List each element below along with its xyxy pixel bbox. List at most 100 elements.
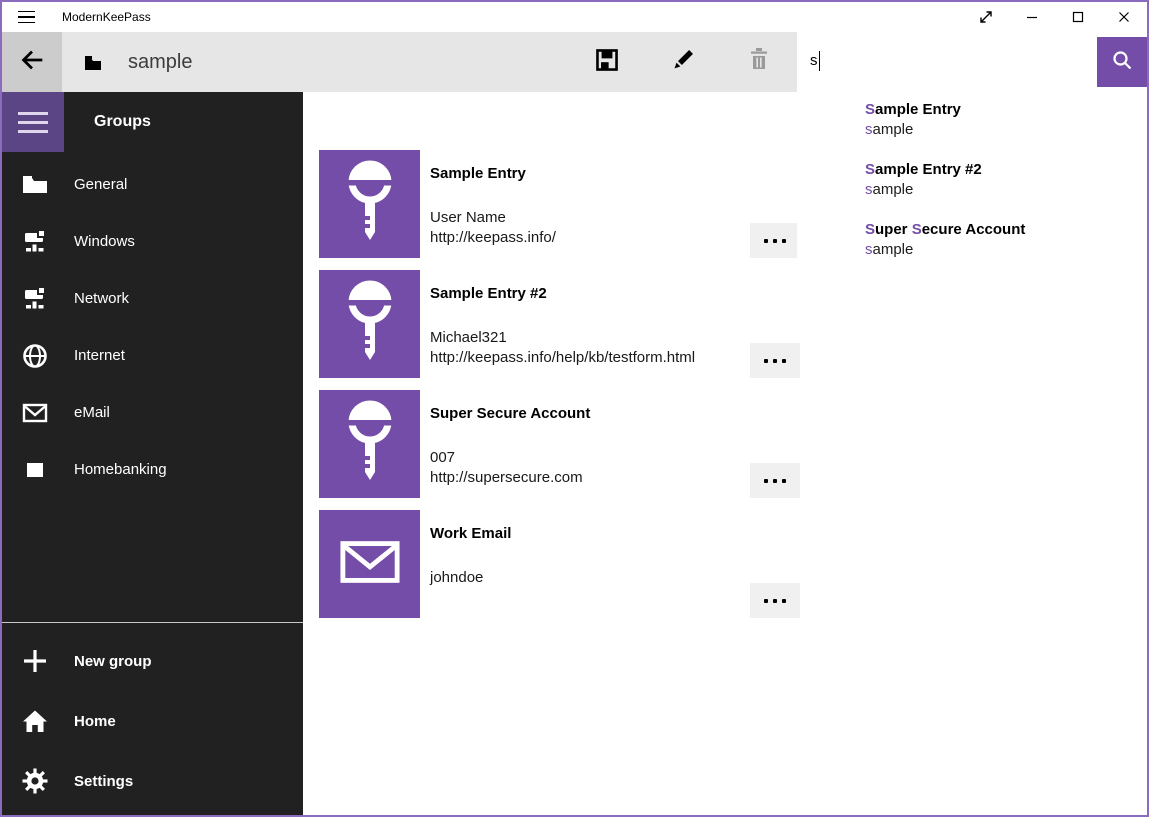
entry-title: Sample Entry [430, 164, 556, 184]
maximize-icon [1070, 9, 1086, 25]
sidebar-item-internet[interactable]: Internet [2, 327, 303, 384]
window-controls [963, 2, 1147, 32]
entry-username: Michael321 [430, 328, 695, 348]
more-button[interactable] [750, 223, 800, 258]
sidebar-item-general[interactable]: General [2, 156, 303, 213]
entry-username: User Name [430, 208, 556, 228]
sidebar-item-label: General [74, 176, 127, 193]
sidebar-item-label: Homebanking [74, 461, 167, 478]
entry-title: Super Secure Account [430, 404, 590, 424]
search-result-subtitle: sample [865, 121, 1139, 138]
search-flyout: s Sample Entry sample Sample Entry #2 sa… [797, 32, 1147, 294]
home-icon [22, 708, 48, 734]
text-caret [819, 51, 820, 71]
mail-icon [339, 538, 401, 591]
entry-title: Sample Entry #2 [430, 284, 695, 304]
more-button[interactable] [750, 343, 800, 378]
square-icon [22, 457, 48, 483]
minimize-icon [1024, 9, 1040, 25]
maximize-button[interactable] [1055, 2, 1101, 32]
folder-icon [22, 172, 48, 198]
search-result-subtitle: sample [865, 181, 1139, 198]
entry-username: johndoe [430, 568, 511, 588]
sidebar-item-network[interactable]: Network [2, 270, 303, 327]
sidebar-item-homebanking[interactable]: Homebanking [2, 441, 303, 498]
search-result-title: Super Secure Account [865, 221, 1139, 238]
new-group-button[interactable]: New group [2, 631, 303, 691]
network-icon [22, 229, 48, 255]
entry-url: http://keepass.info/ [430, 228, 556, 248]
entry-title: Work Email [430, 524, 511, 544]
search-result-title: Sample Entry #2 [865, 161, 1139, 178]
sidebar-header-row: Groups [2, 92, 303, 152]
current-group-title: sample [128, 51, 192, 74]
mail-icon [22, 400, 48, 426]
close-button[interactable] [1101, 2, 1147, 32]
globe-icon [22, 343, 48, 369]
sidebar-item-label: Home [74, 713, 116, 730]
sidebar-footer: New group Home [2, 622, 303, 815]
search-button[interactable] [1097, 37, 1147, 87]
more-button[interactable] [750, 463, 800, 498]
entry-tile[interactable] [319, 390, 420, 498]
entry-info: Super Secure Account 007 http://supersec… [430, 390, 590, 498]
search-box: s [797, 32, 1147, 89]
search-result[interactable]: Super Secure Account sample [797, 218, 1147, 278]
sidebar-item-label: Windows [74, 233, 135, 250]
network-icon [22, 286, 48, 312]
entry-tile[interactable] [319, 150, 420, 258]
entry-details: Michael321 http://keepass.info/help/kb/t… [430, 328, 695, 368]
gear-icon [22, 768, 48, 794]
key-icon [338, 276, 402, 373]
home-button[interactable]: Home [2, 691, 303, 751]
fullscreen-button[interactable] [963, 2, 1009, 32]
search-result[interactable]: Sample Entry sample [797, 98, 1147, 158]
entry-url: http://supersecure.com [430, 468, 590, 488]
plus-icon [22, 648, 48, 674]
sidebar-item-label: eMail [74, 404, 110, 421]
delete-icon [747, 47, 771, 78]
more-button[interactable] [750, 583, 800, 618]
key-icon [338, 156, 402, 253]
search-icon [1110, 48, 1134, 77]
entry-row[interactable]: Super Secure Account 007 http://supersec… [319, 390, 800, 498]
save-button[interactable] [591, 44, 623, 80]
entry-details: User Name http://keepass.info/ [430, 208, 556, 248]
appbar-toolbar [591, 44, 775, 80]
entry-info: Sample Entry #2 Michael321 http://keepas… [430, 270, 695, 378]
hamburger-icon[interactable] [2, 2, 50, 32]
search-result-title: Sample Entry [865, 101, 1139, 118]
sidebar-item-windows[interactable]: Windows [2, 213, 303, 270]
sidebar-item-email[interactable]: eMail [2, 384, 303, 441]
minimize-button[interactable] [1009, 2, 1055, 32]
group-list: General Windows Network [2, 156, 303, 498]
key-icon [338, 396, 402, 493]
search-query-text: s [810, 52, 818, 69]
search-result[interactable]: Sample Entry #2 sample [797, 158, 1147, 218]
entry-row[interactable]: Sample Entry #2 Michael321 http://keepas… [319, 270, 800, 378]
entry-tile[interactable] [319, 270, 420, 378]
app-title: ModernKeePass [62, 10, 151, 24]
back-button[interactable] [2, 32, 62, 92]
entry-list: Sample Entry User Name http://keepass.in… [319, 150, 800, 630]
edit-button[interactable] [667, 44, 699, 80]
titlebar: ModernKeePass [2, 2, 1147, 32]
sidebar: Groups General Windows [2, 92, 303, 815]
entry-info: Sample Entry User Name http://keepass.in… [430, 150, 556, 258]
expand-icon [978, 9, 994, 25]
sidebar-item-label: Settings [74, 773, 133, 790]
sidebar-item-label: Network [74, 290, 129, 307]
entry-row[interactable]: Work Email johndoe [319, 510, 800, 618]
delete-button[interactable] [743, 44, 775, 80]
entry-row[interactable]: Sample Entry User Name http://keepass.in… [319, 150, 800, 258]
entry-url: http://keepass.info/help/kb/testform.htm… [430, 348, 695, 368]
entry-tile[interactable] [319, 510, 420, 618]
search-input[interactable]: s [797, 32, 1097, 89]
settings-button[interactable]: Settings [2, 751, 303, 811]
edit-icon [670, 47, 696, 78]
nav-toggle-button[interactable] [2, 92, 64, 152]
entry-username: 007 [430, 448, 590, 468]
search-results-dropdown: Sample Entry sample Sample Entry #2 samp… [797, 89, 1147, 294]
save-icon [594, 47, 620, 78]
entry-details: 007 http://supersecure.com [430, 448, 590, 488]
